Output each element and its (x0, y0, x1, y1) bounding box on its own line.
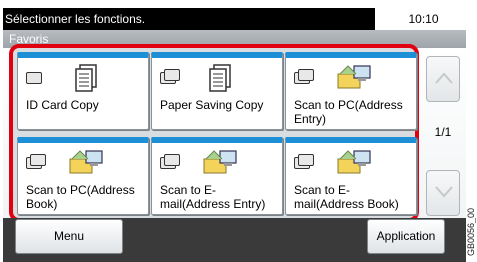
scroll-down-button[interactable] (426, 170, 460, 216)
status-bar: Sélectionner les fonctions. 10:10 (0, 8, 466, 30)
favorite-label: Scan to E-mail(Address Book) (294, 183, 399, 211)
scan-to-pc-icon (69, 150, 103, 174)
favorite-label: Scan to PC(Address Book) (26, 183, 135, 211)
favorite-button-scan-to-email-book[interactable]: Scan to E-mail(Address Book) (285, 137, 417, 215)
scan-to-email-icon (203, 150, 237, 174)
favorite-label: Scan to E-mail(Address Entry) (160, 183, 266, 211)
scroll-up-button[interactable] (426, 56, 460, 102)
favorite-button-scan-to-pc-entry[interactable]: Scan to PC(Address Entry) (285, 52, 417, 130)
favorite-label: ID Card Copy (26, 98, 99, 112)
favorite-button-scan-to-pc-book[interactable]: Scan to PC(Address Book) (17, 137, 149, 215)
scan-mode-icon (26, 154, 46, 169)
chevron-up-icon (435, 72, 453, 84)
copy-mode-icon (26, 72, 42, 84)
scan-to-email-icon (337, 150, 371, 174)
favorite-label: Scan to PC(Address Entry) (294, 98, 403, 126)
copy-icon (209, 64, 231, 92)
status-time: 10:10 (381, 8, 466, 30)
chevron-down-icon (435, 186, 453, 198)
application-button[interactable]: Application (367, 219, 445, 254)
scan-mode-icon (294, 154, 314, 169)
scan-mode-icon (294, 69, 314, 84)
favorite-button-scan-to-email-entry[interactable]: Scan to E-mail(Address Entry) (151, 137, 283, 215)
menu-button[interactable]: Menu (15, 219, 123, 254)
copy-mode-icon (160, 69, 180, 84)
favorite-label: Paper Saving Copy (160, 98, 264, 112)
status-message: Sélectionner les fonctions. (3, 8, 375, 30)
scan-mode-icon (160, 154, 180, 169)
scan-to-pc-icon (337, 65, 371, 89)
page-indicator: 1/1 (434, 125, 452, 139)
figure-code: GB0056_00 (466, 207, 476, 256)
copy-icon (75, 64, 97, 92)
panel-screen: Sélectionner les fonctions. 10:10 Favori… (0, 0, 466, 262)
favorite-button-paper-saving-copy[interactable]: Paper Saving Copy (151, 52, 283, 130)
favorite-button-id-card-copy[interactable]: ID Card Copy (17, 52, 149, 130)
